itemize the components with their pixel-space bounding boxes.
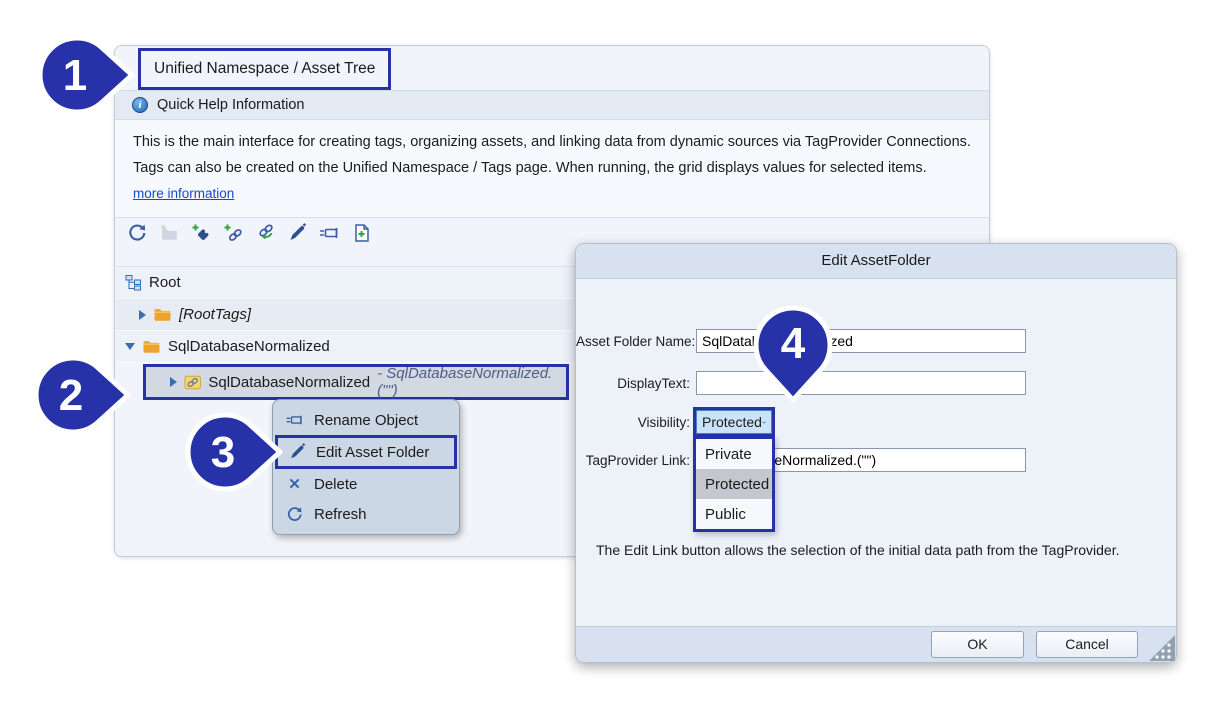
visibility-options-list: Private Protected Public — [693, 436, 775, 532]
toolbar-add-document-button[interactable] — [349, 221, 373, 245]
menu-item-refresh[interactable]: Refresh — [273, 499, 459, 529]
chevron-right-icon[interactable] — [170, 377, 177, 387]
add-tag-provider-icon — [223, 223, 244, 243]
edit-assetfolder-dialog: Edit AssetFolder Asset Folder Name: Disp… — [575, 243, 1177, 663]
dialog-footer: OK Cancel — [576, 626, 1176, 662]
quick-help-section: i Quick Help Information This is the mai… — [115, 90, 989, 218]
visibility-label: Visibility: — [576, 415, 690, 430]
toolbar-add-tag-provider-button[interactable] — [221, 221, 245, 245]
refresh-icon — [286, 506, 303, 523]
menu-label: Delete — [314, 476, 357, 493]
page-title: Unified Namespace / Asset Tree — [138, 48, 391, 90]
chevron-down-icon[interactable] — [125, 343, 135, 350]
linked-folder-icon — [184, 374, 201, 391]
visibility-highlight-box: Protected — [693, 407, 775, 437]
toolbar-refresh-button[interactable] — [125, 221, 149, 245]
edit-pencil-icon — [287, 223, 307, 243]
refresh-icon — [127, 223, 147, 243]
rename-icon — [318, 223, 340, 243]
tree-row-selected-assetfolder[interactable]: SqlDatabaseNormalized - SqlDatabaseNorma… — [143, 364, 569, 400]
folder-icon — [153, 306, 172, 323]
toolbar-add-folder-button[interactable] — [157, 221, 181, 245]
quick-help-header[interactable]: i Quick Help Information — [115, 90, 989, 120]
add-folder-icon — [159, 223, 179, 243]
cancel-button[interactable]: Cancel — [1036, 631, 1138, 658]
resize-grip-icon[interactable] — [1149, 635, 1175, 661]
selected-item-link-suffix: - SqlDatabaseNormalized.("") — [377, 365, 566, 399]
asset-folder-name-field[interactable] — [696, 329, 1026, 353]
chevron-right-icon[interactable] — [139, 310, 146, 320]
chevron-down-icon — [762, 419, 766, 426]
context-menu: Rename Object Edit Asset Folder ✕ Delete… — [272, 399, 460, 535]
menu-label: Edit Asset Folder — [316, 444, 429, 461]
visibility-dropdown[interactable]: Protected — [696, 410, 772, 434]
sitemap-icon — [125, 274, 142, 291]
tree-label-sql-folder: SqlDatabaseNormalized — [168, 338, 330, 355]
ok-button[interactable]: OK — [931, 631, 1024, 658]
menu-label: Rename Object — [314, 412, 418, 429]
more-information-link[interactable]: more information — [133, 186, 234, 201]
display-text-label: DisplayText: — [576, 376, 690, 391]
callout-number: 2 — [59, 371, 83, 420]
quick-help-body: This is the main interface for creating … — [115, 120, 989, 218]
visibility-option-protected[interactable]: Protected — [696, 469, 772, 499]
add-tag-icon — [191, 223, 211, 243]
dialog-title: Edit AssetFolder — [576, 244, 1176, 279]
asset-folder-name-label: Asset Folder Name: — [576, 334, 690, 349]
toolbar-rename-button[interactable] — [317, 221, 341, 245]
tree-toolbar — [125, 221, 373, 245]
menu-item-delete[interactable]: ✕ Delete — [273, 469, 459, 499]
add-document-icon — [351, 223, 371, 243]
display-text-field[interactable] — [696, 371, 1026, 395]
edit-link-icon — [255, 223, 276, 243]
delete-x-icon: ✕ — [288, 475, 301, 493]
callout-number: 1 — [63, 51, 87, 100]
info-icon: i — [132, 97, 148, 113]
edit-pencil-icon — [288, 443, 306, 461]
quick-help-title: Quick Help Information — [157, 97, 304, 113]
menu-label: Refresh — [314, 506, 367, 523]
menu-item-edit-asset-folder[interactable]: Edit Asset Folder — [275, 435, 457, 469]
selected-item-name: SqlDatabaseNormalized — [208, 374, 370, 391]
tag-provider-link-label: TagProvider Link: — [576, 453, 690, 468]
visibility-option-private[interactable]: Private — [696, 439, 772, 469]
toolbar-edit-link-button[interactable] — [253, 221, 277, 245]
help-line-2: Tags can also be created on the Unified … — [133, 155, 971, 181]
rename-icon — [285, 411, 304, 429]
tree-label-root: Root — [149, 274, 181, 291]
toolbar-edit-button[interactable] — [285, 221, 309, 245]
help-line-1: This is the main interface for creating … — [133, 129, 971, 155]
menu-item-rename-object[interactable]: Rename Object — [273, 405, 459, 435]
folder-icon — [142, 338, 161, 355]
dialog-note: The Edit Link button allows the selectio… — [596, 542, 1120, 558]
toolbar-add-tag-button[interactable] — [189, 221, 213, 245]
visibility-value: Protected — [702, 414, 762, 430]
visibility-option-public[interactable]: Public — [696, 499, 772, 529]
tree-label-roottags: [RootTags] — [179, 306, 251, 323]
